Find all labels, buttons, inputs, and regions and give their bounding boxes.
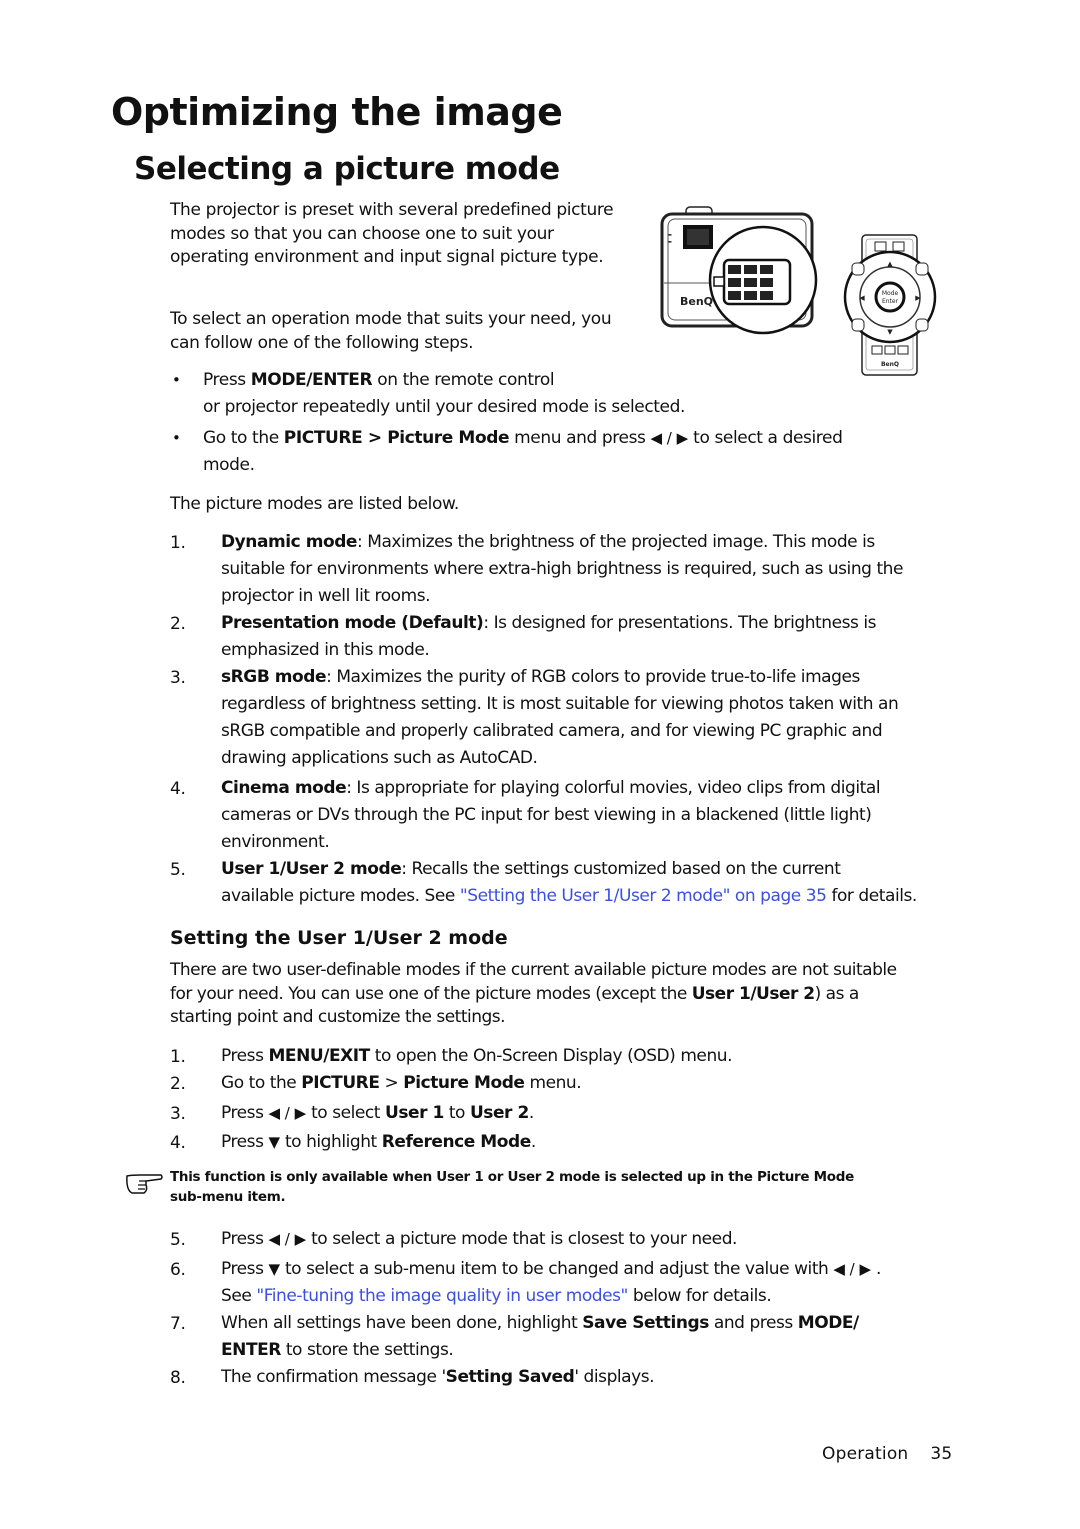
footer-section: Operation — [822, 1444, 909, 1464]
mode-name: sRGB mode — [221, 667, 327, 687]
mode-item: User 1/User 2 mode: Recalls the settings… — [221, 859, 917, 906]
mode-name: Cinema mode — [221, 778, 347, 798]
mode-number: 1. — [170, 533, 186, 553]
mode-item: Presentation mode (Default): Is designed… — [221, 613, 877, 660]
remote-mode-label: Mode — [882, 290, 899, 297]
svg-text:◀: ◀ — [859, 294, 865, 302]
left-right-arrow-icons: ◀ / ▶ — [833, 1260, 871, 1278]
svg-text:▲: ▲ — [887, 260, 893, 268]
svg-text:▬: ▬ — [668, 239, 672, 244]
page-title: Optimizing the image — [111, 90, 563, 134]
section-title: Selecting a picture mode — [134, 151, 560, 187]
projector-illustration: ▬ ▬ BenQ — [660, 206, 818, 335]
bullet-2-line-1: Go to the PICTURE > Picture Mode menu an… — [203, 428, 843, 448]
step-number: 8. — [170, 1368, 186, 1388]
subsection-title: Setting the User 1/User 2 mode — [170, 927, 508, 949]
mode-number: 5. — [170, 860, 186, 880]
step-3: Press ◀ / ▶ to select User 1 to User 2. — [221, 1103, 534, 1123]
mode-item: sRGB mode: Maximizes the purity of RGB c… — [221, 667, 899, 768]
modes-intro: The picture modes are listed below. — [170, 494, 459, 514]
step-number: 2. — [170, 1074, 186, 1094]
step-number: 7. — [170, 1314, 186, 1334]
mode-item: Cinema mode: Is appropriate for playing … — [221, 778, 881, 852]
down-arrow-icon: ▼ — [268, 1133, 280, 1151]
remote-brand: BenQ — [881, 361, 899, 368]
left-right-arrow-icons: ◀ / ▶ — [268, 1230, 307, 1248]
step-number: 3. — [170, 1104, 186, 1124]
mode-enter-key: MODE/ENTER — [250, 370, 373, 390]
step-number: 5. — [170, 1230, 186, 1250]
remote-enter-label: Enter — [882, 298, 899, 305]
step-1: Press MENU/EXIT to open the On-Screen Di… — [221, 1046, 733, 1066]
svg-text:▶: ▶ — [915, 294, 921, 302]
bullet-marker: • — [172, 429, 181, 447]
mode-item: Dynamic mode: Maximizes the brightness o… — [221, 532, 903, 606]
mode-number: 4. — [170, 779, 186, 799]
svg-text:▼: ▼ — [887, 328, 893, 336]
setting-user-mode-link[interactable]: "Setting the User 1/User 2 mode" on page… — [460, 886, 827, 906]
intro-paragraph-1: The projector is preset with several pre… — [170, 200, 614, 267]
step-2: Go to the PICTURE > Picture Mode menu. — [221, 1073, 582, 1093]
mode-number: 2. — [170, 614, 186, 634]
page-footer: Operation 35 — [822, 1444, 952, 1464]
intro-paragraph-2: To select an operation mode that suits y… — [170, 309, 612, 353]
bullet-1-line-1: Press MODE/ENTER on the remote control — [203, 370, 555, 390]
mode-name: Dynamic mode — [221, 532, 357, 552]
step-number: 4. — [170, 1133, 186, 1153]
mode-name: Presentation mode (Default) — [221, 613, 484, 633]
step-6: Press ▼ to select a sub-menu item to be … — [221, 1259, 881, 1306]
step-number: 6. — [170, 1260, 186, 1280]
left-right-arrow-icons: ◀ / ▶ — [650, 429, 689, 447]
step-7: When all settings have been done, highli… — [221, 1313, 859, 1360]
note-text: This function is only available when Use… — [170, 1169, 854, 1205]
page-number: 35 — [930, 1444, 953, 1464]
step-number: 1. — [170, 1047, 186, 1067]
bullet-marker: • — [172, 371, 181, 389]
bullet-1-line-2: or projector repeatedly until your desir… — [203, 397, 685, 417]
remote-control-illustration: Mode Enter ▲ ▼ ◀ ▶ BenQ — [843, 234, 937, 376]
down-arrow-icon: ▼ — [268, 1260, 280, 1278]
mode-name: User 1/User 2 mode — [221, 859, 402, 879]
fine-tuning-link[interactable]: "Fine-tuning the image quality in user m… — [256, 1286, 628, 1306]
svg-text:▬: ▬ — [668, 232, 672, 237]
pointing-hand-icon — [126, 1174, 163, 1194]
left-right-arrow-icons: ◀ / ▶ — [268, 1104, 307, 1122]
step-5: Press ◀ / ▶ to select a picture mode tha… — [221, 1229, 737, 1249]
subsection-paragraph: There are two user-definable modes if th… — [170, 960, 897, 1027]
projector-brand: BenQ — [680, 295, 713, 308]
step-8: The confirmation message 'Setting Saved'… — [221, 1367, 655, 1387]
bullet-2-line-2: mode. — [203, 455, 255, 475]
step-4: Press ▼ to highlight Reference Mode. — [221, 1132, 536, 1152]
mode-number: 3. — [170, 668, 186, 688]
